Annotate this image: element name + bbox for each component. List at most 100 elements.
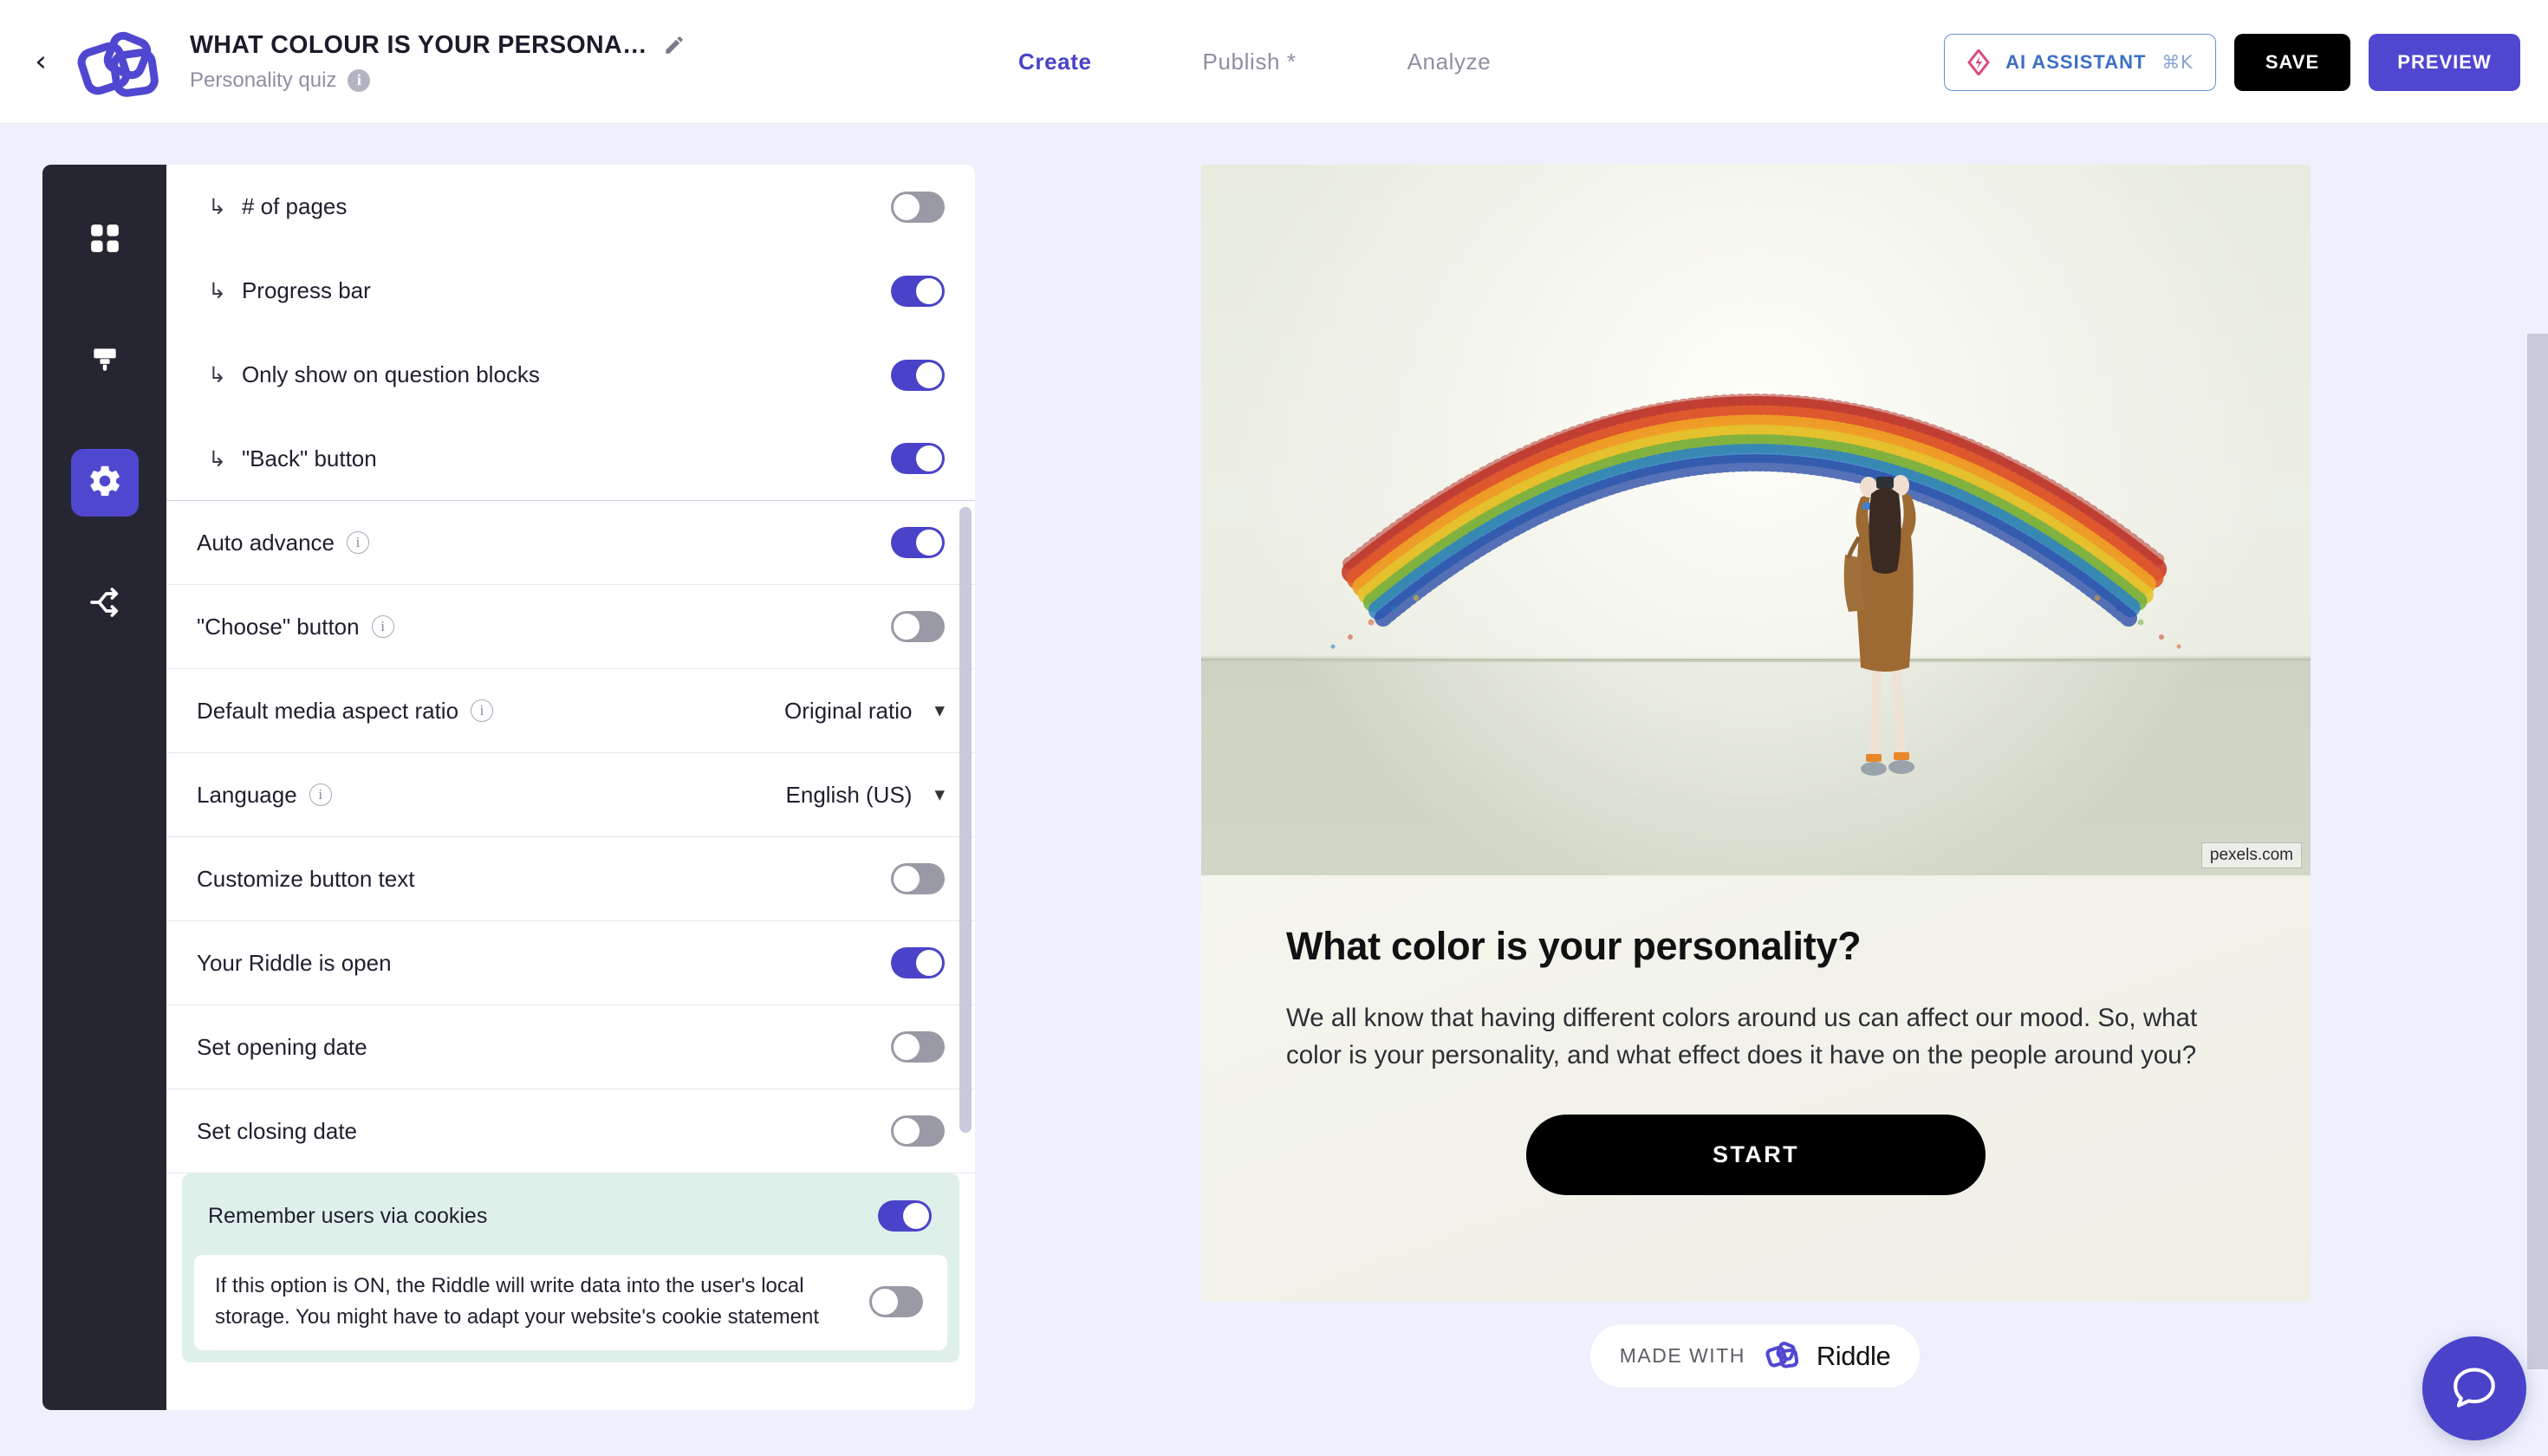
gallery-floor-line [1201,659,2311,662]
cookies-setting-block: Remember users via cookies If this optio… [182,1173,959,1362]
info-icon[interactable]: i [371,615,394,638]
chat-bubble-icon [2449,1362,2499,1416]
editor-sidebar-rail [42,165,166,1410]
setting-row-only-question-blocks[interactable]: ↳ Only show on question blocks [166,333,975,417]
setting-label: Language [197,781,297,808]
settings-scroll-area: ↳ # of pages ↳ Progress bar ↳ Only show … [166,165,975,1410]
info-icon[interactable]: i [347,531,370,554]
setting-label: # of pages [241,193,348,219]
ai-assistant-button[interactable]: AI ASSISTANT ⌘K [1944,33,2216,91]
start-button[interactable]: START [1526,1114,1986,1195]
setting-label: Your Riddle is open [197,949,392,976]
setting-label: Only show on question blocks [241,361,540,387]
setting-label: Remember users via cookies [208,1203,488,1228]
preview-button[interactable]: PREVIEW [2369,33,2520,91]
quiz-preview-title: What color is your personality? [1286,924,1862,968]
setting-row-back-button[interactable]: ↳ "Back" button [166,417,975,501]
sidebar-item-share[interactable] [71,570,139,638]
tab-create[interactable]: Create [1018,49,1092,75]
setting-label: Auto advance [197,529,335,556]
toggle-auto-advance[interactable] [891,527,945,558]
share-nodes-icon [88,585,122,624]
cookies-note-row[interactable]: If this option is ON, the Riddle will wr… [194,1255,947,1350]
quiz-title-block: WHAT COLOUR IS YOUR PERSONA… Personality… [190,31,686,93]
setting-row-riddle-open[interactable]: Your Riddle is open [166,921,975,1005]
setting-label: Set opening date [197,1033,367,1060]
setting-row-auto-advance[interactable]: Auto advance i [166,501,975,585]
sidebar-item-settings[interactable] [70,449,139,517]
sub-arrow-icon: ↳ [208,362,226,387]
quiz-type-label: Personality quiz [190,68,337,92]
riddle-logo[interactable] [70,23,160,101]
main-nav-tabs: Create Publish * Analyze [1018,0,1491,124]
info-icon[interactable]: i [348,68,371,92]
setting-row-remember-cookies[interactable]: Remember users via cookies [182,1180,959,1251]
toggle-choose-button[interactable] [891,611,945,642]
setting-label: "Choose" button [197,613,360,640]
paint-brush-icon [88,343,121,380]
cookies-note-text: If this option is ON, the Riddle will wr… [215,1273,820,1329]
quiz-intro-body: What color is your personality? We all k… [1201,875,2311,1302]
image-credit-badge: pexels.com [2200,842,2302,868]
ai-assistant-shortcut: ⌘K [2161,51,2193,73]
setting-label: Set closing date [197,1117,358,1144]
toggle-customize-button-text[interactable] [891,863,945,894]
rainbow-artwork [1330,393,2181,649]
chevron-down-icon[interactable]: ▾ [934,699,945,722]
page-scrollbar-thumb[interactable] [2527,334,2548,1369]
save-button[interactable]: SAVE [2234,33,2350,91]
toggle-only-question-blocks[interactable] [891,359,945,391]
pencil-icon[interactable] [663,34,686,56]
setting-label: Customize button text [197,865,415,892]
made-with-label: MADE WITH [1619,1344,1745,1367]
setting-row-media-aspect-ratio[interactable]: Default media aspect ratio i Original ra… [166,669,975,753]
made-with-riddle-badge[interactable]: MADE WITH Riddle [1590,1324,1920,1388]
quiz-preview-description: We all know that having different colors… [1286,1004,2198,1069]
sub-arrow-icon: ↳ [208,445,226,471]
sub-arrow-icon: ↳ [208,278,226,303]
setting-label: Progress bar [241,277,371,303]
cover-image: pexels.com [1201,165,2311,875]
sidebar-item-design[interactable] [71,328,139,395]
back-chevron-icon[interactable]: ‹ [29,44,53,79]
toggle-closing-date[interactable] [891,1115,945,1147]
sub-arrow-icon: ↳ [208,194,226,219]
settings-scrollbar-thumb[interactable] [959,507,972,1133]
settings-panel: ↳ # of pages ↳ Progress bar ↳ Only show … [166,165,975,1410]
toggle-cookies-note[interactable] [869,1286,923,1317]
top-bar-actions: AI ASSISTANT ⌘K SAVE PREVIEW [1944,0,2520,124]
riddle-wordmark: Riddle [1816,1340,1891,1371]
toggle-num-pages[interactable] [891,191,945,223]
info-icon[interactable]: i [309,783,332,806]
setting-row-opening-date[interactable]: Set opening date [166,1005,975,1089]
quiz-preview-panel: pexels.com What color is your personalit… [1201,165,2311,1302]
toggle-riddle-open[interactable] [891,947,945,978]
page-title: WHAT COLOUR IS YOUR PERSONA… [190,30,647,59]
setting-label: "Back" button [241,445,377,471]
toggle-back-button[interactable] [891,443,945,474]
setting-row-customize-button-text[interactable]: Customize button text [166,837,975,921]
setting-label: Default media aspect ratio [197,697,459,724]
setting-row-language[interactable]: Language i English (US) ▾ [166,753,975,837]
tab-analyze[interactable]: Analyze [1407,49,1492,75]
chat-support-button[interactable] [2422,1336,2526,1440]
ai-diamond-icon [1967,49,1990,75]
sidebar-item-blocks[interactable] [71,206,139,274]
tab-publish[interactable]: Publish * [1203,49,1297,75]
setting-row-choose-button[interactable]: "Choose" button i [166,585,975,669]
toggle-opening-date[interactable] [891,1031,945,1063]
toggle-progress-bar[interactable] [891,275,945,307]
setting-row-closing-date[interactable]: Set closing date [166,1089,975,1173]
info-icon[interactable]: i [471,699,494,722]
media-aspect-ratio-value: Original ratio [784,697,913,724]
chevron-down-icon[interactable]: ▾ [934,783,945,806]
person-photographing [1843,475,1916,776]
riddle-logo-small [1760,1338,1802,1374]
setting-row-progress-bar[interactable]: ↳ Progress bar [166,249,975,333]
gear-icon [87,463,123,504]
setting-row-num-pages[interactable]: ↳ # of pages [166,165,975,249]
toggle-remember-cookies[interactable] [878,1200,932,1232]
ai-assistant-label: AI ASSISTANT [2005,50,2147,73]
blocks-grid-icon [88,221,122,260]
language-value: English (US) [785,781,913,808]
